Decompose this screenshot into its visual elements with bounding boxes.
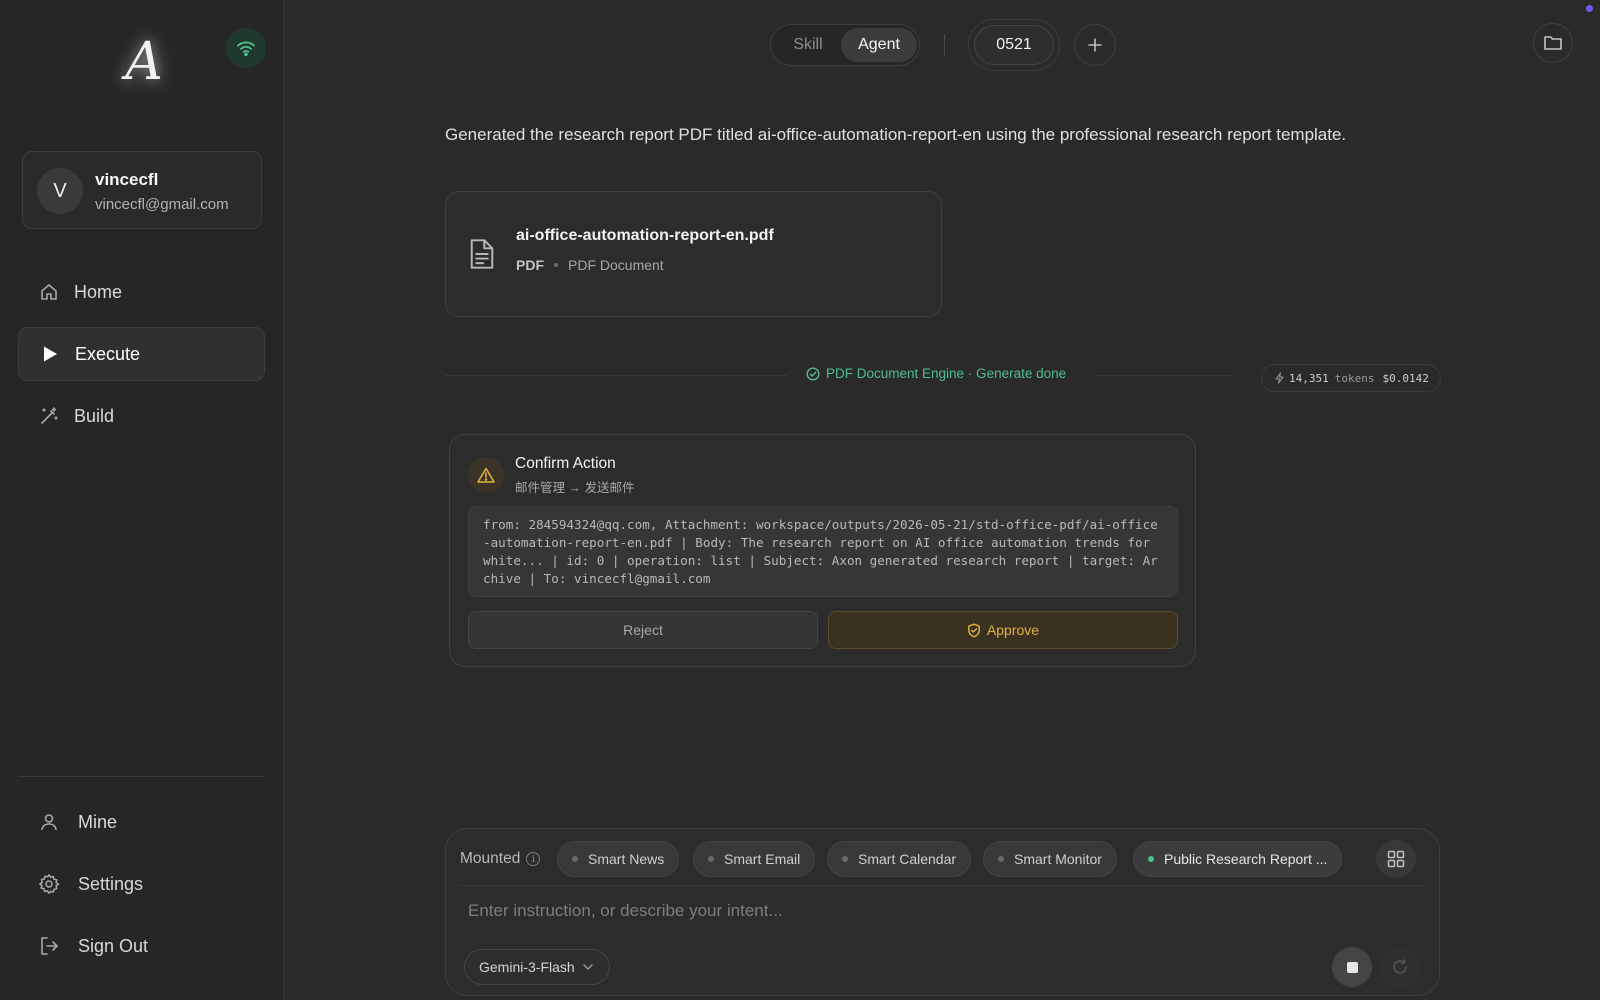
document-icon <box>470 239 494 269</box>
app-logo: A <box>125 32 163 92</box>
mounted-chip-smart-news[interactable]: Smart News <box>557 841 680 877</box>
sidebar-item-mine[interactable]: Mine <box>18 795 265 849</box>
new-session-button[interactable] <box>1074 24 1116 66</box>
info-icon[interactable]: i <box>526 852 541 866</box>
stop-icon <box>1346 961 1358 973</box>
assistant-message: Generated the research report PDF titled… <box>445 125 1347 144</box>
gear-icon <box>38 873 60 895</box>
file-description: PDF Document <box>568 257 664 273</box>
reject-button[interactable]: Reject <box>468 611 818 649</box>
mounted-chip-smart-email[interactable]: Smart Email <box>693 841 816 877</box>
file-meta: PDF PDF Document <box>516 257 664 273</box>
sidebar: A V vincecfl vincecfl@gmail.com Home Exe… <box>0 0 284 1000</box>
mode-agent-tab[interactable]: Agent <box>841 28 917 62</box>
sidebar-item-execute[interactable]: Execute <box>18 327 265 381</box>
token-count: 14,351 <box>1289 371 1329 385</box>
session-tab[interactable]: 0521 <box>968 19 1060 71</box>
mode-skill-tab[interactable]: Skill <box>773 28 843 62</box>
user-profile-card[interactable]: V vincecfl vincecfl@gmail.com <box>22 151 262 229</box>
sidebar-item-label: Sign Out <box>78 935 149 956</box>
home-icon <box>38 281 60 303</box>
grid-icon <box>1387 850 1405 868</box>
mode-toggle: Skill Agent <box>770 24 920 66</box>
token-unit: tokens <box>1334 371 1375 385</box>
avatar: V <box>37 168 83 214</box>
magic-wand-icon <box>38 405 60 427</box>
sidebar-item-label: Home <box>74 281 123 302</box>
model-name: Gemini-3-Flash <box>479 959 575 975</box>
refresh-icon <box>1393 959 1407 974</box>
retry-button[interactable] <box>1380 947 1420 987</box>
file-attachment-card[interactable]: ai-office-automation-report-en.pdf PDF P… <box>445 191 942 317</box>
model-selector[interactable]: Gemini-3-Flash <box>464 949 610 985</box>
connection-status-wifi-icon[interactable] <box>226 28 266 68</box>
sidebar-item-label: Build <box>74 405 115 426</box>
separator-dot <box>554 263 558 267</box>
file-name: ai-office-automation-report-en.pdf <box>516 227 774 244</box>
status-divider-right <box>1095 375 1233 376</box>
sidebar-item-label: Execute <box>75 343 141 364</box>
check-circle-icon <box>806 366 820 381</box>
mounted-chip-smart-monitor[interactable]: Smart Monitor <box>983 841 1117 877</box>
sidebar-item-build[interactable]: Build <box>18 389 265 443</box>
approve-label: Approve <box>986 622 1040 638</box>
mounted-label: Mounted i <box>460 850 541 868</box>
play-icon <box>39 343 61 365</box>
status-dot <box>842 856 848 862</box>
files-button[interactable] <box>1533 23 1573 63</box>
session-id: 0521 <box>974 25 1054 65</box>
sign-out-icon <box>38 935 60 957</box>
confirm-title: Confirm Action <box>515 455 616 472</box>
user-email: vincecfl@gmail.com <box>95 196 229 213</box>
shield-check-icon <box>968 623 980 637</box>
composer: Mounted i Smart News Smart Email Smart C… <box>445 828 1440 996</box>
folder-icon <box>1544 36 1562 50</box>
mounted-chip-smart-calendar[interactable]: Smart Calendar <box>827 841 972 877</box>
instruction-input[interactable] <box>468 893 1408 929</box>
confirm-subtitle: 邮件管理 → 发送邮件 <box>515 481 635 495</box>
status-dot <box>998 856 1004 862</box>
chevron-down-icon <box>583 964 593 970</box>
token-cost: $0.0142 <box>1382 371 1429 385</box>
token-usage-badge: 14,351 tokens $0.0142 <box>1261 364 1441 392</box>
plus-icon <box>1088 38 1102 52</box>
file-type: PDF <box>516 257 544 273</box>
sidebar-item-sign-out[interactable]: Sign Out <box>18 919 265 973</box>
tool-status: PDF Document Engine · Generate done <box>806 366 1066 381</box>
lightning-icon <box>1275 372 1284 384</box>
stop-button[interactable] <box>1332 947 1372 987</box>
composer-divider <box>460 885 1426 886</box>
user-name: vincecfl <box>95 170 159 189</box>
sidebar-divider <box>18 776 265 777</box>
approve-button[interactable]: Approve <box>828 611 1178 649</box>
notification-dot <box>1586 5 1593 12</box>
status-dot <box>572 856 578 862</box>
skills-grid-button[interactable] <box>1376 840 1416 878</box>
mounted-chip-public-research-report[interactable]: Public Research Report ... <box>1133 841 1343 877</box>
topbar-divider <box>944 34 945 56</box>
confirm-details: from: 284594324@qq.com, Attachment: work… <box>468 506 1178 597</box>
status-divider-left <box>445 375 787 376</box>
status-dot <box>708 856 714 862</box>
sidebar-item-label: Mine <box>78 811 118 832</box>
status-dot <box>1148 856 1154 862</box>
confirm-action-card: Confirm Action 邮件管理 → 发送邮件 from: 2845943… <box>449 434 1196 667</box>
warning-icon <box>468 457 504 493</box>
user-icon <box>38 811 60 833</box>
sidebar-item-label: Settings <box>78 873 144 894</box>
sidebar-item-settings[interactable]: Settings <box>18 857 265 911</box>
sidebar-item-home[interactable]: Home <box>18 265 265 319</box>
